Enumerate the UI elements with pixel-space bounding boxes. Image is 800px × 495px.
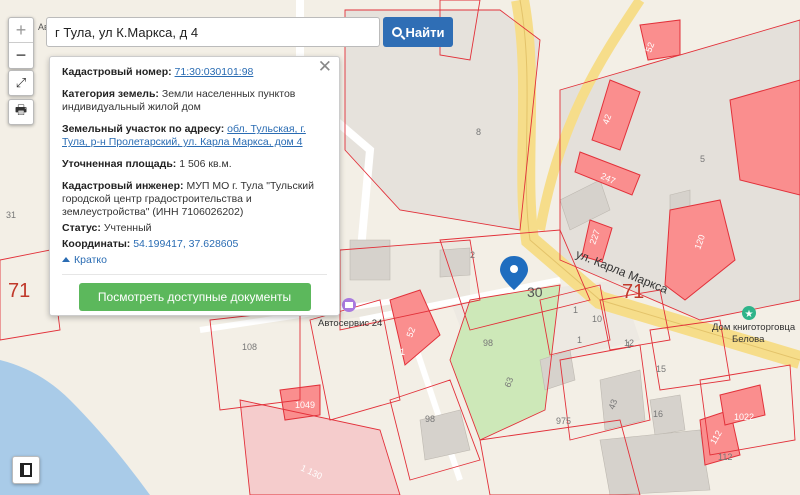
svg-text:1049: 1049 bbox=[295, 400, 315, 410]
svg-text:975: 975 bbox=[556, 416, 571, 426]
zoom-control: + − bbox=[8, 17, 34, 69]
block-number-30: 30 bbox=[527, 284, 543, 300]
poi-bookstore-label-line2: Белова bbox=[732, 334, 765, 345]
cadastral-number-label: Кадастровый номер: bbox=[62, 66, 172, 78]
svg-text:108: 108 bbox=[242, 342, 257, 352]
svg-text:8: 8 bbox=[476, 127, 481, 137]
svg-text:98: 98 bbox=[483, 338, 493, 348]
svg-text:16: 16 bbox=[653, 409, 663, 419]
area-value: 1 506 кв.м. bbox=[179, 158, 232, 170]
divider bbox=[62, 274, 327, 275]
svg-text:1: 1 bbox=[577, 335, 582, 345]
engineer-label: Кадастровый инженер: bbox=[62, 180, 184, 192]
close-icon[interactable]: ✕ bbox=[318, 58, 332, 75]
svg-text:1: 1 bbox=[626, 340, 631, 350]
coordinates-value: 54.199417, 37.628605 bbox=[133, 238, 239, 250]
area-label: Уточненная площадь: bbox=[62, 158, 177, 170]
poi-bookstore-icon: ★ bbox=[742, 306, 756, 320]
status-label: Статус: bbox=[62, 222, 101, 234]
print-button[interactable]: 🖶 bbox=[8, 99, 34, 125]
svg-text:1022: 1022 bbox=[734, 412, 754, 422]
svg-text:1: 1 bbox=[400, 347, 405, 357]
svg-text:98: 98 bbox=[425, 414, 435, 424]
block-number-71-left: 71 bbox=[8, 280, 30, 302]
svg-text:112: 112 bbox=[718, 452, 732, 462]
svg-text:31: 31 bbox=[6, 210, 16, 220]
zoom-in-button[interactable]: + bbox=[9, 18, 33, 43]
address-label: Земельный участок по адресу: bbox=[62, 123, 225, 135]
coordinates-label: Координаты: bbox=[62, 238, 131, 250]
poi-autoservice-icon bbox=[342, 298, 356, 312]
cadastral-number-link[interactable]: 71:30:030101:98 bbox=[175, 66, 254, 78]
zoom-out-button[interactable]: − bbox=[9, 43, 33, 68]
parcel-info-popup: ✕ Кадастровый номер: 71:30:030101:98 Кат… bbox=[49, 56, 340, 316]
collapse-toggle[interactable]: Кратко bbox=[62, 254, 327, 267]
svg-text:15: 15 bbox=[656, 364, 666, 374]
layers-button[interactable] bbox=[12, 456, 40, 484]
svg-text:2: 2 bbox=[470, 250, 475, 260]
land-category-label: Категория земель: bbox=[62, 88, 159, 100]
svg-text:1: 1 bbox=[573, 305, 578, 315]
print-icon: 🖶 bbox=[14, 102, 28, 117]
fullscreen-icon: ⤢ bbox=[15, 75, 27, 90]
search-button[interactable]: Найти bbox=[383, 17, 453, 47]
status-value: Учтенный bbox=[103, 222, 152, 234]
view-documents-button[interactable]: Посмотреть доступные документы bbox=[78, 283, 311, 311]
book-icon bbox=[20, 463, 32, 477]
collapse-toggle-label: Кратко bbox=[74, 254, 107, 266]
poi-autoservice-label: Автосервис 24 bbox=[318, 318, 382, 329]
search-button-label: Найти bbox=[405, 24, 445, 40]
svg-text:5: 5 bbox=[700, 154, 705, 164]
svg-text:★: ★ bbox=[745, 309, 754, 320]
search-icon bbox=[391, 27, 402, 37]
poi-bookstore-label-line1: Дом книготорговца bbox=[712, 322, 796, 333]
chevron-up-icon bbox=[62, 257, 70, 262]
search-input[interactable] bbox=[46, 17, 380, 47]
search-bar: Найти bbox=[46, 17, 453, 47]
fullscreen-button[interactable]: ⤢ bbox=[8, 70, 34, 96]
svg-text:10: 10 bbox=[592, 314, 602, 324]
